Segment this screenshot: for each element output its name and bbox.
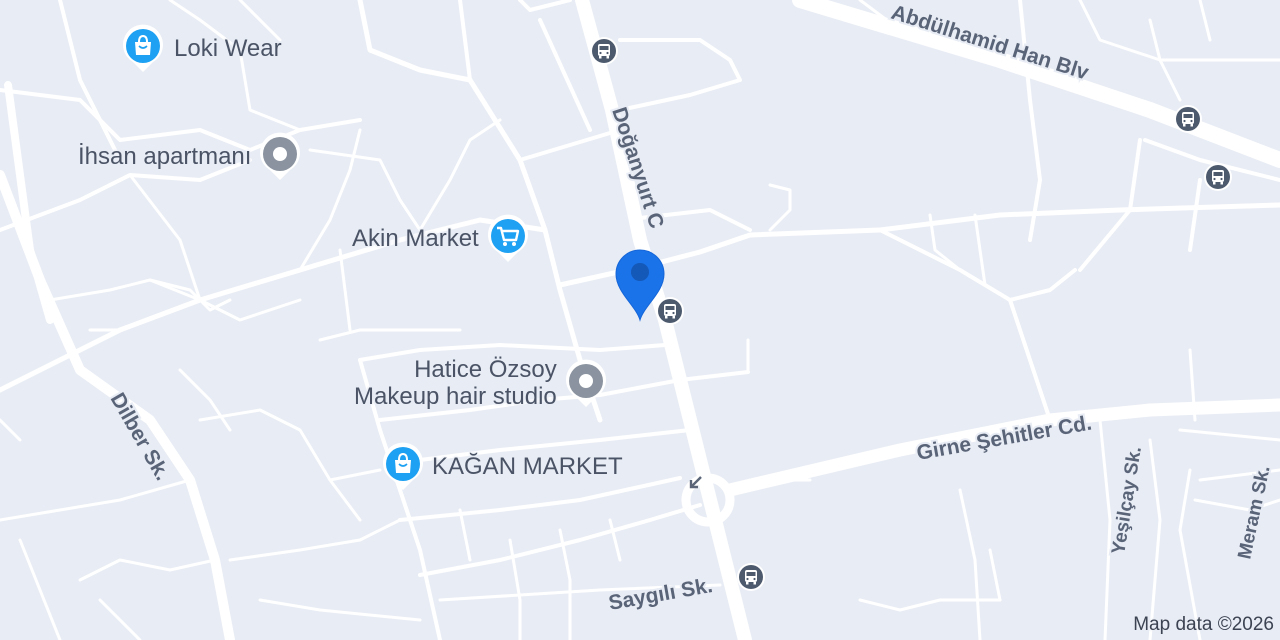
poi-hatice-ozsoy[interactable]: Hatice Özsoy Makeup hair studio: [354, 356, 609, 410]
bus-stop-icon[interactable]: [1173, 104, 1203, 134]
poi-kagan-market[interactable]: KAĞAN MARKET: [380, 440, 623, 492]
road-label-saygili: Saygılı Sk.: [607, 574, 714, 615]
map-canvas[interactable]: Abdülhamid Han Blv Doğanyurt C Girne Şeh…: [0, 0, 1280, 640]
poi-label-loki-wear: Loki Wear: [174, 34, 282, 62]
poi-label-hatice-line1: Hatice Özsoy: [414, 356, 557, 383]
road-label-yesilcay: Yeşilçay Sk.: [1108, 445, 1146, 556]
poi-loki-wear[interactable]: Loki Wear: [120, 22, 282, 74]
poi-ihsan-apartmani[interactable]: İhsan apartmanı: [78, 130, 303, 182]
road-label-girne: Girne Şehitler Cd.: [915, 411, 1094, 464]
road-label-meram: Meram Sk.: [1234, 464, 1274, 561]
road-abdulhamid: [792, 0, 1280, 168]
shopping-bag-icon: [120, 22, 166, 74]
shopping-bag-icon: [380, 440, 426, 492]
poi-label-kagan-market: KAĞAN MARKET: [432, 452, 623, 480]
selected-location-pin-icon[interactable]: [612, 248, 668, 324]
direction-arrow-icon: [689, 476, 702, 489]
bus-stop-icon[interactable]: [589, 36, 619, 66]
place-icon: [563, 357, 609, 409]
poi-label-hatice: Hatice Özsoy Makeup hair studio: [354, 356, 557, 410]
place-icon: [257, 130, 303, 182]
poi-label-ihsan: İhsan apartmanı: [78, 142, 252, 170]
poi-akin-market[interactable]: Akin Market: [352, 212, 531, 264]
bus-stop-icon[interactable]: [736, 562, 766, 592]
poi-label-akin-market: Akin Market: [352, 224, 479, 252]
bus-stop-icon[interactable]: [1203, 162, 1233, 192]
poi-label-hatice-line2: Makeup hair studio: [354, 383, 557, 410]
shopping-cart-icon: [485, 212, 531, 264]
map-attribution[interactable]: Map data ©2026: [1133, 614, 1274, 636]
